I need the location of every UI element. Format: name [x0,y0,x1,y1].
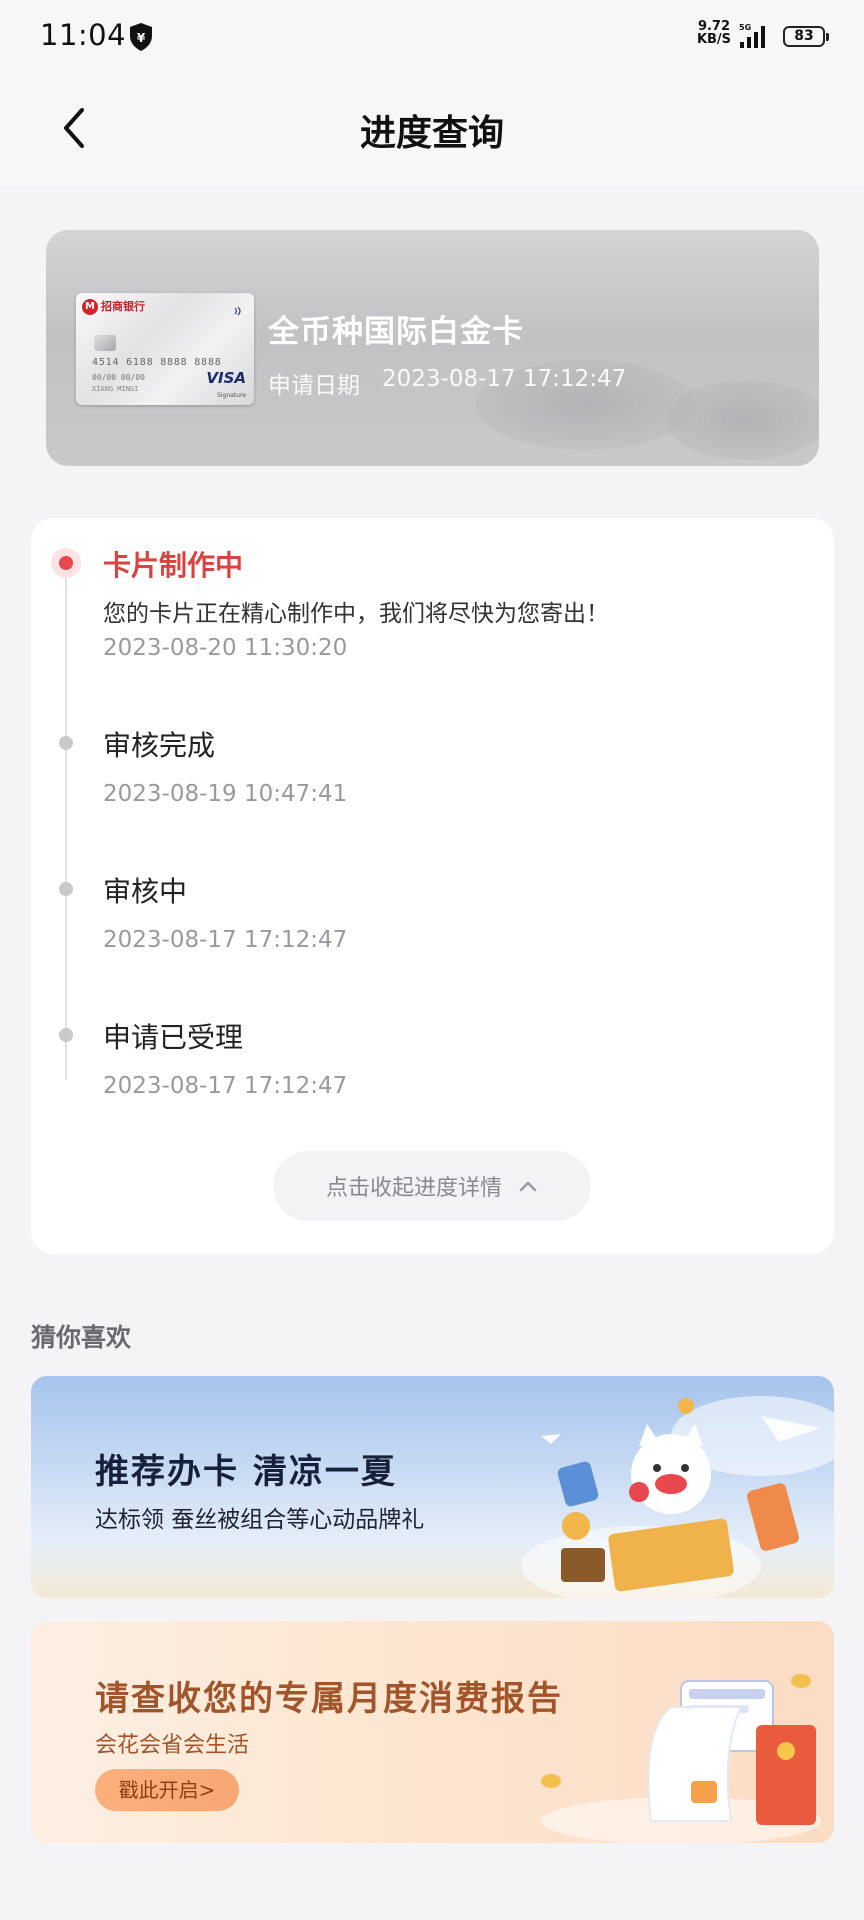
step-time: 2023-08-19 10:47:41 [103,781,348,807]
nav-bar: 进度查询 [0,74,864,186]
svg-text:¥: ¥ [137,31,146,45]
net-speed-unit: KB/S [696,32,732,47]
collapse-progress-button[interactable]: 点击收起进度详情 [273,1151,591,1221]
banner-sub: 会花会省会生活 [95,1733,250,1758]
timeline-line [65,568,67,1080]
step-title: 审核完成 [103,729,216,762]
banner-headline: 推荐办卡 清凉一夏 [95,1452,397,1492]
card-chip [94,335,116,351]
step-title: 申请已受理 [103,1021,244,1054]
step-title: 审核中 [103,875,188,908]
shield-icon: ¥ [130,23,152,51]
page-title: 进度查询 [359,113,504,154]
step-dot [59,1028,73,1042]
card-expiry: 00/00 00/00 [92,373,145,382]
collapse-label: 点击收起进度详情 [325,1176,502,1201]
banner-illustration [521,1396,834,1598]
step-title: 卡片制作中 [103,549,244,582]
credit-card-image: M 招商银行 4514 6188 8888 8888 00/00 00/00 X… [76,293,254,405]
chevron-up-icon [519,1181,537,1192]
network-type: 5G [739,23,751,32]
card-holder: XIANG MINGI [92,385,139,393]
signal-icon: 5G [739,23,765,48]
decor-blur [666,380,819,460]
card-summary: M 招商银行 4514 6188 8888 8888 00/00 00/00 X… [46,230,819,466]
battery-icon: 83 [783,26,829,47]
open-report-button[interactable]: 戳此开启> [95,1769,239,1811]
step-dot-active [51,548,81,578]
net-speed: 9.72 KB/S [694,20,734,46]
contactless-icon [234,306,241,316]
step-time: 2023-08-17 17:12:47 [103,927,348,953]
status-time: 11:04 [40,18,127,52]
card-name: 全币种国际白金卡 [268,314,524,350]
card-bank-name: 招商银行 [101,300,145,313]
battery-level: 83 [794,28,814,44]
banner-sub: 达标领 蚕丝被组合等心动品牌礼 [95,1507,425,1533]
step-time: 2023-08-17 17:12:47 [103,1073,348,1099]
card-number: 4514 6188 8888 8888 [92,357,222,368]
progress-panel: 卡片制作中 您的卡片正在精心制作中，我们将尽快为您寄出！ 2023-08-20 … [31,518,834,1254]
bank-logo-icon: M [82,299,98,315]
banner-illustration [541,1674,821,1843]
step-desc: 您的卡片正在精心制作中，我们将尽快为您寄出！ [103,601,609,627]
card-network-sub: Signature [217,392,246,399]
apply-date-value: 2023-08-17 17:12:47 [382,366,627,392]
banner-headline: 请查收您的专属月度消费报告 [95,1679,563,1719]
apply-date-label: 申请日期 [268,373,360,399]
step-time: 2023-08-20 11:30:20 [103,635,348,661]
banner-monthly-report[interactable]: 请查收您的专属月度消费报告 会花会省会生活 戳此开启> [31,1621,834,1843]
status-bar: 11:04 ¥ 9.72 KB/S 5G 83 [0,0,864,74]
banner-card-promo[interactable]: 推荐办卡 清凉一夏 达标领 蚕丝被组合等心动品牌礼 [31,1376,834,1598]
section-title-recommend: 猜你喜欢 [31,1323,132,1352]
step-dot [59,736,73,750]
card-network-logo: VISA [206,369,246,387]
step-dot [59,882,73,896]
